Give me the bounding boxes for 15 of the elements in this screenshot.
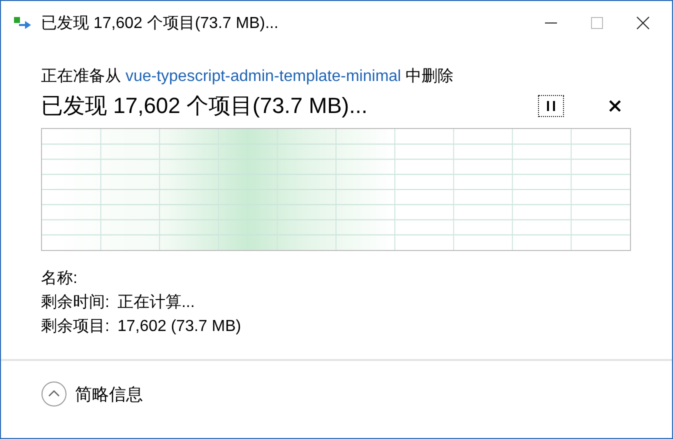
file-move-icon bbox=[13, 15, 33, 31]
details-toggle[interactable]: 简略信息 bbox=[41, 381, 143, 407]
detail-label: 剩余时间: bbox=[41, 292, 110, 313]
detail-label: 剩余项目: bbox=[41, 317, 110, 337]
detail-value: 正在计算... bbox=[117, 292, 195, 313]
detail-value: 17,602 (73.7 MB) bbox=[117, 317, 242, 337]
close-icon bbox=[609, 100, 621, 112]
collapse-icon bbox=[41, 381, 67, 407]
detail-label: 名称: bbox=[41, 269, 78, 289]
pause-icon bbox=[547, 101, 555, 111]
pause-button[interactable] bbox=[538, 95, 564, 117]
operation-text: 正在准备从 vue-typescript-admin-template-minimal 中删除 bbox=[41, 66, 455, 87]
window-title: 已发现 17,602 个项目(73.7 MB)... bbox=[41, 14, 280, 34]
progress-headline: 已发现 17,602 个项目(73.7 MB)... bbox=[41, 92, 368, 120]
folder-link[interactable]: vue-typescript-admin-template-minimal bbox=[125, 68, 402, 85]
